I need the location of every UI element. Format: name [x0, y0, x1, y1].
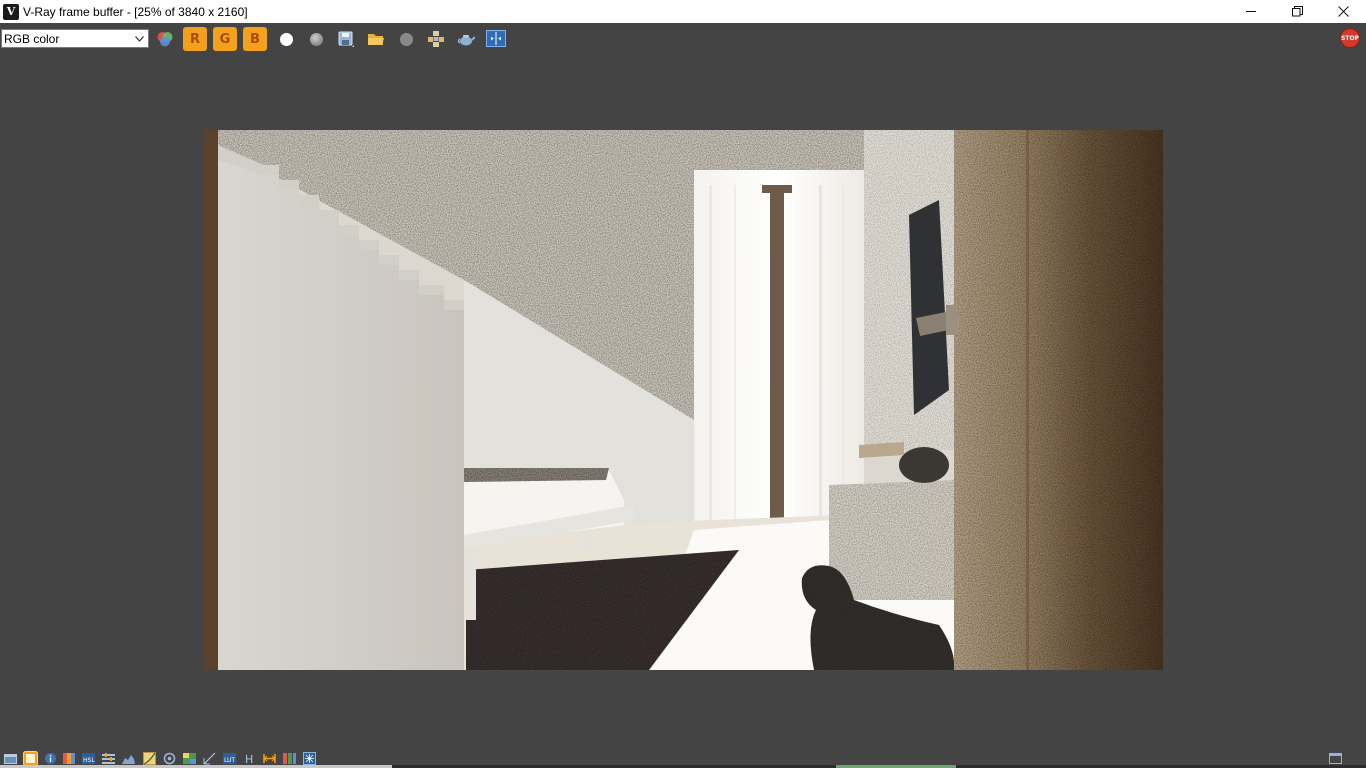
svg-text:H: H: [245, 753, 253, 765]
color-channels-icon: [157, 32, 173, 47]
window-title: V-Ray frame buffer - [25% of 3840 x 2160…: [23, 4, 248, 19]
vray-logo-icon: V: [3, 3, 19, 20]
window-controls: [1228, 0, 1366, 23]
close-button[interactable]: [1320, 0, 1366, 23]
white-balance-icon[interactable]: [163, 752, 176, 765]
show-panel-icon[interactable]: [4, 752, 17, 765]
open-folder-icon: [368, 34, 384, 45]
compare-icon: [486, 30, 506, 47]
exposure-icon[interactable]: [203, 752, 216, 765]
title-bar: V V-Ray frame buffer - [25% of 3840 x 21…: [0, 0, 1366, 23]
save-image-button[interactable]: [334, 27, 358, 51]
lut-icon[interactable]: LUT: [223, 752, 236, 765]
levels-icon[interactable]: [102, 752, 115, 765]
lens-effects-icon[interactable]: [63, 752, 76, 765]
histogram-icon[interactable]: [122, 752, 135, 765]
hsl-icon[interactable]: HSL: [82, 752, 95, 765]
render-scene: [204, 130, 1163, 670]
ocio-icon[interactable]: [283, 752, 296, 765]
blue-channel-label: B: [250, 31, 260, 47]
green-channel-button[interactable]: G: [213, 27, 237, 51]
minimize-button[interactable]: [1228, 0, 1274, 23]
channel-dropdown-value: RGB color: [4, 31, 60, 46]
gray-dot-icon: [309, 32, 323, 46]
toolbar: RGB color R G B STOP: [0, 23, 1366, 55]
teapot-icon: [457, 35, 475, 46]
green-channel-label: G: [219, 31, 231, 47]
info-icon[interactable]: [44, 752, 57, 765]
color-channels-button[interactable]: [153, 27, 177, 51]
chevron-down-icon: [132, 30, 146, 47]
save-icon: [338, 31, 354, 47]
render-image[interactable]: [204, 130, 1163, 670]
compare-button[interactable]: [484, 27, 508, 51]
history-icon[interactable]: [23, 751, 38, 766]
curves-icon[interactable]: [143, 752, 156, 765]
restore-button[interactable]: [1274, 0, 1320, 23]
red-channel-label: R: [189, 31, 200, 47]
render-last-button[interactable]: [454, 27, 478, 51]
track-mouse-icon[interactable]: [303, 752, 316, 765]
clear-icon: [399, 32, 413, 46]
region-render-button[interactable]: [424, 27, 448, 51]
minimize-icon: [1245, 11, 1256, 12]
restore-icon: [1291, 6, 1303, 17]
h-icon[interactable]: H: [243, 752, 256, 765]
show-alpha-button[interactable]: [304, 27, 328, 51]
white-dot-icon: [279, 32, 293, 46]
channel-dropdown[interactable]: RGB color: [1, 29, 149, 48]
svg-text:HSL: HSL: [83, 757, 95, 764]
stop-label: STOP: [1341, 34, 1359, 42]
svg-text:LUT: LUT: [224, 757, 235, 764]
layout-icon[interactable]: [1329, 752, 1342, 765]
stereo-icon[interactable]: [263, 752, 276, 765]
region-render-icon: [428, 31, 444, 47]
red-channel-button[interactable]: R: [183, 27, 207, 51]
clear-image-button[interactable]: [394, 27, 418, 51]
color-balance-icon[interactable]: [183, 752, 196, 765]
show-rgb-button[interactable]: [274, 27, 298, 51]
blue-channel-button[interactable]: B: [243, 27, 267, 51]
stop-render-button[interactable]: STOP: [1340, 28, 1360, 48]
close-icon: [1337, 6, 1349, 17]
load-image-button[interactable]: [364, 27, 388, 51]
